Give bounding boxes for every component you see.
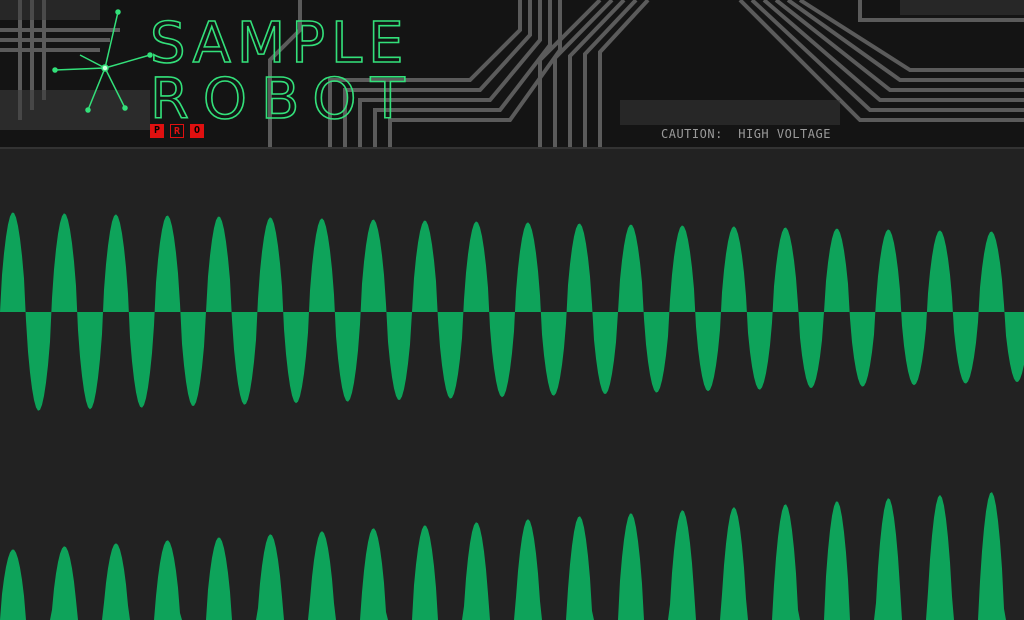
waveform-display[interactable] — [0, 149, 1024, 620]
right-channel-waveform — [0, 492, 1024, 620]
waveform-canvas[interactable] — [0, 149, 1024, 620]
app-logo-title: SAMPLE ROBOT — [150, 14, 419, 124]
pro-badge: P R O — [150, 124, 204, 138]
app-header: SAMPLE ROBOT P R O CAUTION: HIGH VOLTAGE — [0, 0, 1024, 149]
pro-badge-letter: P — [150, 124, 164, 138]
left-channel-waveform — [0, 212, 1024, 411]
logo-line-2: ROBOT — [150, 67, 419, 124]
caution-label: CAUTION: HIGH VOLTAGE — [658, 127, 834, 141]
pro-badge-letter: O — [190, 124, 204, 138]
pro-badge-letter: R — [170, 124, 184, 138]
